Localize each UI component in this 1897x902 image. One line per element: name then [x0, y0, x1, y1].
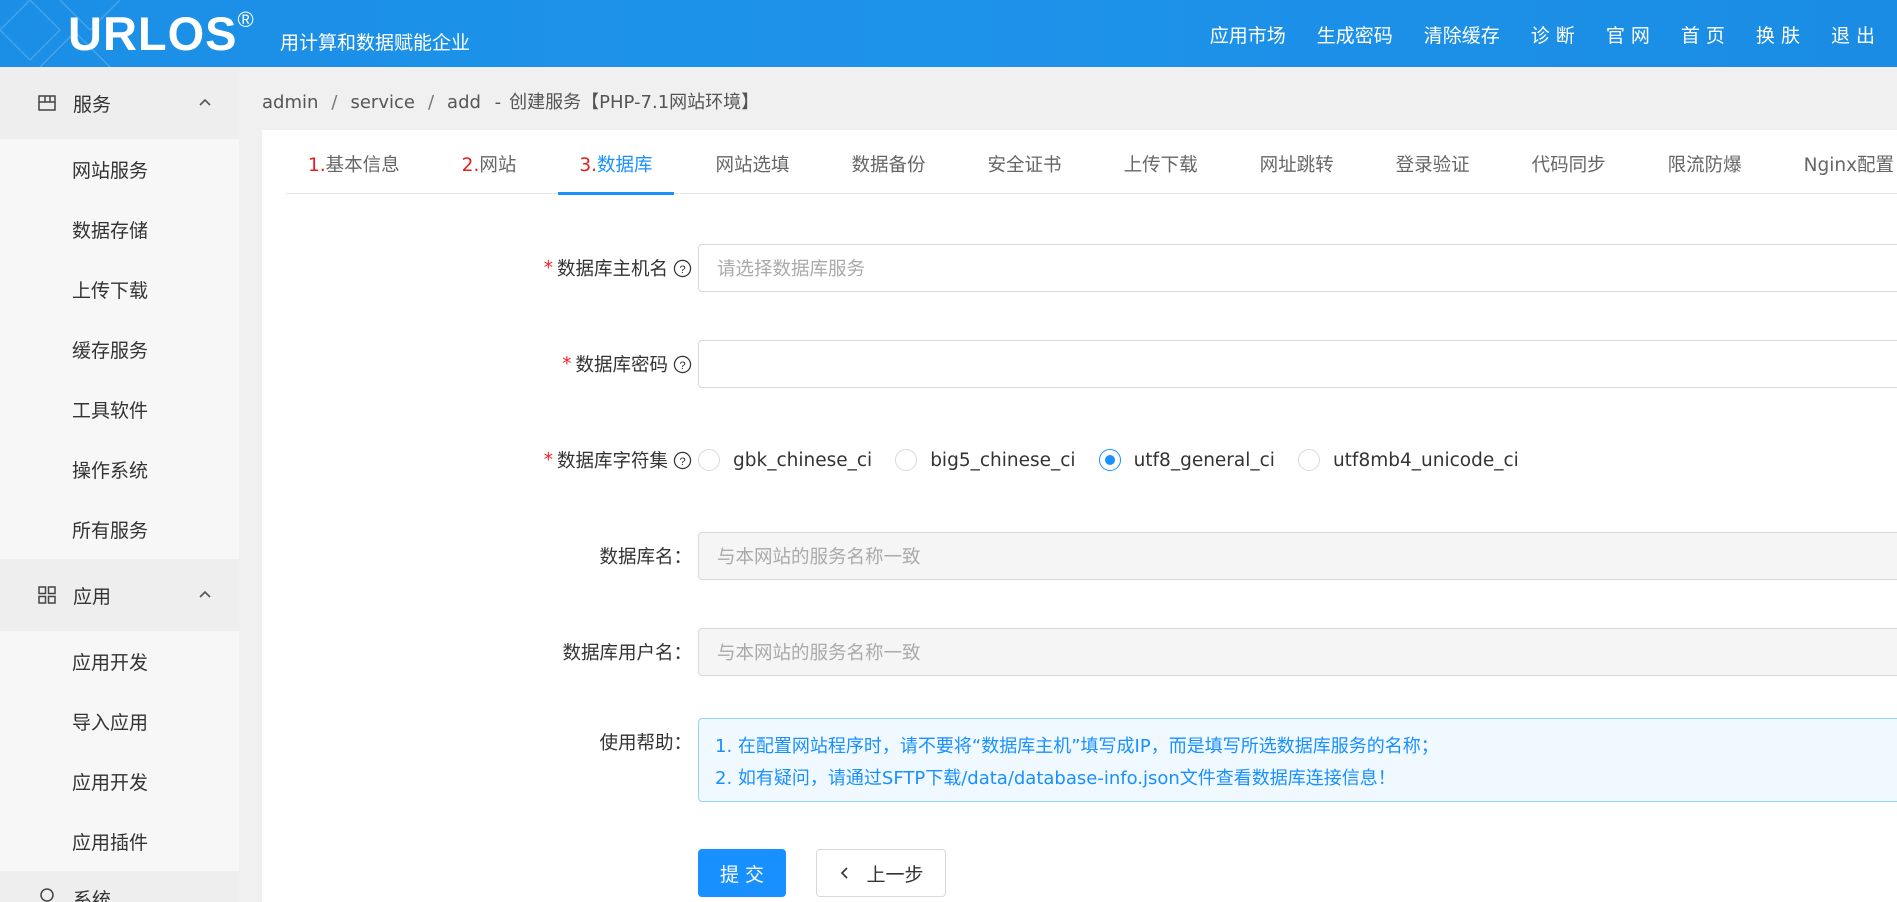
radio-big5-chinese-ci[interactable]: big5_chinese_ci — [895, 449, 1076, 471]
nav-skin[interactable]: 换 肤 — [1756, 21, 1800, 48]
form-row-db-charset: * 数据库字符集 ? gbk_chinese_ci big5_chinese_ci… — [262, 436, 1519, 484]
sidebar-item-os[interactable]: 操作系统 — [0, 439, 239, 499]
settings-icon — [40, 888, 54, 902]
nav-clear-cache[interactable]: 清除缓存 — [1424, 21, 1500, 48]
help-line-2: 2. 如有疑问，请通过SFTP下载/data/database-info.jso… — [715, 768, 1396, 789]
urlos-logo[interactable]: URLOS® — [68, 6, 255, 61]
sidebar-item-website-service[interactable]: 网站服务 — [0, 139, 239, 199]
sidebar: 服务 网站服务 数据存储 上传下载 缓存服务 工具软件 操作系统 所有服务 应用… — [0, 67, 239, 902]
breadcrumb: admin / service / add - 创建服务【PHP-7.1网站环境】 — [262, 92, 760, 113]
radio-gbk-chinese-ci[interactable]: gbk_chinese_ci — [698, 449, 872, 471]
sidebar-group-label: 服务 — [73, 93, 112, 116]
sidebar-item-app-dev-2[interactable]: 应用开发 — [0, 751, 239, 811]
tab-url-redirect[interactable]: 网址跳转 — [1260, 150, 1334, 194]
tab-nginx-config[interactable]: Nginx配置 — [1804, 150, 1894, 194]
tab-upload-download[interactable]: 上传下载 — [1124, 150, 1198, 194]
sidebar-group-label: 系统 — [73, 889, 112, 902]
charset-radio-group: gbk_chinese_ci big5_chinese_ci utf8_gene… — [698, 436, 1542, 484]
form-row-db-password: * 数据库密码 ? — [262, 340, 1897, 388]
sidebar-group-app[interactable]: 应用 — [0, 559, 239, 631]
nav-app-market[interactable]: 应用市场 — [1210, 21, 1286, 48]
radio-circle-checked[interactable] — [1098, 449, 1121, 471]
tab-data-backup[interactable]: 数据备份 — [852, 150, 926, 194]
db-name-label: 数据库名： — [599, 547, 692, 568]
sidebar-item-tools[interactable]: 工具软件 — [0, 379, 239, 439]
nav-generate-password[interactable]: 生成密码 — [1317, 21, 1393, 48]
sidebar-item-cache-service[interactable]: 缓存服务 — [0, 319, 239, 379]
slogan: 用计算和数据赋能企业 — [280, 32, 471, 54]
help-line-1: 1. 在配置网站程序时，请不要将“数据库主机”填写成IP，而是填写所选数据库服务… — [715, 736, 1439, 757]
prev-step-button[interactable]: 上一步 — [816, 849, 946, 897]
chevron-left-icon — [841, 867, 849, 879]
question-circle-icon[interactable]: ? — [673, 451, 692, 470]
radio-circle[interactable] — [698, 449, 720, 471]
tab-website-optional[interactable]: 网站选填 — [716, 150, 790, 194]
top-header: URLOS® 用计算和数据赋能企业 应用市场 生成密码 清除缓存 诊 断 官 网… — [0, 0, 1897, 67]
radio-circle[interactable] — [1297, 449, 1320, 471]
submit-button[interactable]: 提 交 — [698, 849, 786, 897]
grid-icon — [38, 586, 56, 604]
db-charset-label: * 数据库字符集 ? — [544, 447, 692, 473]
sidebar-item-app-dev[interactable]: 应用开发 — [0, 631, 239, 691]
nav-official-site[interactable]: 官 网 — [1606, 21, 1650, 48]
db-host-select[interactable]: 请选择数据库服务 — [698, 244, 1897, 292]
chevron-up-icon — [199, 98, 211, 106]
db-host-label: * 数据库主机名 ? — [544, 255, 692, 281]
breadcrumb-add: add — [447, 92, 481, 113]
svg-text:?: ? — [679, 359, 685, 371]
radio-utf8-general-ci[interactable]: utf8_general_ci — [1098, 449, 1275, 471]
sidebar-group-system[interactable]: 系统 — [0, 871, 239, 902]
sidebar-group-service[interactable]: 服务 — [0, 67, 239, 139]
radio-utf8mb4-unicode-ci[interactable]: utf8mb4_unicode_ci — [1297, 449, 1519, 471]
sidebar-item-app-plugins[interactable]: 应用插件 — [0, 811, 239, 871]
radio-circle[interactable] — [895, 449, 918, 471]
chevron-up-icon — [199, 590, 211, 598]
step-tabs: 1.基本信息 2.网站 3.数据库 网站选填 数据备份 安全证书 上传下载 网址… — [286, 150, 1897, 195]
tab-rate-limit[interactable]: 限流防爆 — [1668, 150, 1742, 194]
nav-home[interactable]: 首 页 — [1681, 21, 1725, 48]
tab-ssl-cert[interactable]: 安全证书 — [988, 150, 1062, 194]
db-name-input: 与本网站的服务名称一致 — [698, 532, 1897, 580]
breadcrumb-page-title: 创建服务【PHP-7.1网站环境】 — [509, 92, 760, 113]
svg-text:?: ? — [679, 263, 685, 275]
tab-database[interactable]: 3.数据库 — [558, 150, 674, 195]
sidebar-item-import-app[interactable]: 导入应用 — [0, 691, 239, 751]
question-circle-icon[interactable]: ? — [673, 355, 692, 374]
db-password-label: * 数据库密码 ? — [562, 351, 692, 377]
tab-login-auth[interactable]: 登录验证 — [1396, 150, 1470, 194]
form-row-db-host: * 数据库主机名 ? 请选择数据库服务 — [262, 244, 1897, 292]
svg-text:?: ? — [679, 455, 685, 467]
nav-diagnose[interactable]: 诊 断 — [1531, 21, 1575, 48]
top-nav: 应用市场 生成密码 清除缓存 诊 断 官 网 首 页 换 肤 退 出 — [1179, 21, 1875, 48]
db-user-label: 数据库用户名： — [562, 643, 692, 664]
breadcrumb-admin[interactable]: admin — [262, 92, 318, 113]
main-panel: 1.基本信息 2.网站 3.数据库 网站选填 数据备份 安全证书 上传下载 网址… — [262, 130, 1897, 902]
breadcrumb-service[interactable]: service — [350, 92, 414, 113]
sidebar-group-label: 应用 — [73, 585, 112, 608]
help-label: 使用帮助： — [599, 733, 692, 754]
db-user-input: 与本网站的服务名称一致 — [698, 628, 1897, 676]
sidebar-item-upload-download[interactable]: 上传下载 — [0, 259, 239, 319]
form-row-help: 使用帮助： — [262, 718, 692, 766]
db-password-input[interactable] — [698, 340, 1897, 388]
layout-icon — [38, 95, 56, 111]
question-circle-icon[interactable]: ? — [673, 259, 692, 278]
tab-code-sync[interactable]: 代码同步 — [1532, 150, 1606, 194]
tab-basic-info[interactable]: 1.基本信息 — [308, 150, 400, 194]
form-row-db-name: 数据库名： 与本网站的服务名称一致 — [262, 532, 1897, 580]
nav-logout[interactable]: 退 出 — [1831, 21, 1875, 48]
form-row-db-user: 数据库用户名： 与本网站的服务名称一致 — [262, 628, 1897, 676]
sidebar-item-data-storage[interactable]: 数据存储 — [0, 199, 239, 259]
help-alert: 1. 在配置网站程序时，请不要将“数据库主机”填写成IP，而是填写所选数据库服务… — [698, 718, 1897, 802]
sidebar-item-all-services[interactable]: 所有服务 — [0, 499, 239, 559]
tab-website[interactable]: 2.网站 — [462, 150, 517, 194]
